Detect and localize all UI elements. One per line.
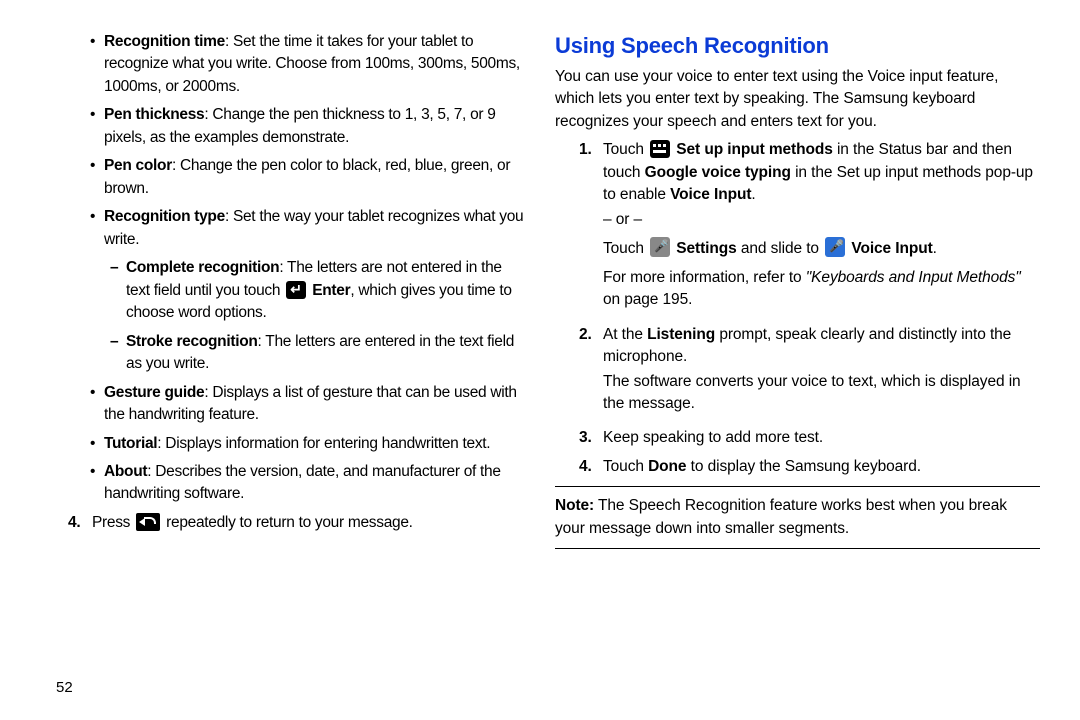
right-column: Using Speech Recognition You can use you…: [555, 30, 1040, 710]
enter-icon: [286, 281, 306, 299]
term: Complete recognition: [126, 259, 279, 276]
desc: : Displays information for entering hand…: [157, 435, 490, 452]
note-block: Note: The Speech Recognition feature wor…: [555, 495, 1040, 540]
term: Pen thickness: [104, 106, 204, 123]
bullet-marker: •: [90, 433, 104, 455]
note-label: Note:: [555, 497, 594, 514]
bullet-pen-color: • Pen color: Change the pen color to bla…: [40, 155, 525, 200]
term: Stroke recognition: [126, 333, 258, 350]
bullet-pen-thickness: • Pen thickness: Change the pen thicknes…: [40, 104, 525, 149]
term: Gesture guide: [104, 384, 204, 401]
bullet-marker: •: [90, 155, 104, 200]
b: Google voice typing: [645, 164, 791, 181]
intro-paragraph: You can use your voice to enter text usi…: [555, 66, 1040, 133]
ref-text: For more information, refer to: [603, 269, 806, 286]
term: About: [104, 463, 147, 480]
ref-italic: "Keyboards and Input Methods": [806, 269, 1021, 286]
bullet-tutorial: • Tutorial: Displays information for ent…: [40, 433, 525, 455]
page-number: 52: [56, 679, 73, 696]
or-separator: – or –: [603, 209, 1040, 231]
term: Recognition type: [104, 208, 225, 225]
term: Tutorial: [104, 435, 157, 452]
term: Recognition time: [104, 33, 225, 50]
step-2: 2. At the Listening prompt, speak clearl…: [555, 324, 1040, 422]
b: Set up input methods: [676, 141, 832, 158]
back-icon: [136, 513, 160, 531]
ref-text2: on page 195.: [603, 291, 692, 308]
bullet-marker: •: [90, 104, 104, 149]
subbullet-stroke-recognition: – Stroke recognition: The letters are en…: [40, 331, 525, 376]
num-marker: 4.: [68, 512, 92, 534]
text-part1: Press: [92, 514, 134, 531]
t: At the: [603, 326, 647, 343]
heading-speech-recognition: Using Speech Recognition: [555, 30, 1040, 62]
bullet-recognition-time: • Recognition time: Set the time it take…: [40, 31, 525, 98]
b: Listening: [647, 326, 715, 343]
num-marker: 2.: [579, 324, 603, 422]
t: and slide to: [737, 240, 824, 257]
left-column: • Recognition time: Set the time it take…: [40, 30, 525, 710]
text-part2: repeatedly to return to your message.: [162, 514, 413, 531]
t: Keep speaking to add more test.: [603, 427, 1040, 449]
bullet-marker: •: [90, 382, 104, 427]
manual-page: • Recognition time: Set the time it take…: [0, 0, 1080, 720]
num-marker: 4.: [579, 456, 603, 478]
dash-marker: –: [110, 331, 126, 376]
subbullet-complete-recognition: – Complete recognition: The letters are …: [40, 257, 525, 324]
divider-bottom: [555, 548, 1040, 549]
step-4: 4. Touch Done to display the Samsung key…: [555, 456, 1040, 478]
step-4-press-back: 4. Press repeatedly to return to your me…: [40, 512, 525, 534]
t: Touch: [603, 458, 648, 475]
bullet-about: • About: Describes the version, date, an…: [40, 461, 525, 506]
desc: : Describes the version, date, and manuf…: [104, 463, 501, 502]
mic-blue-icon: [825, 237, 845, 257]
b: Voice Input: [851, 240, 932, 257]
t: to display the Samsung keyboard.: [686, 458, 921, 475]
dash-marker: –: [110, 257, 126, 324]
desc: The software converts your voice to text…: [603, 371, 1040, 416]
b: Done: [648, 458, 686, 475]
note-text: The Speech Recognition feature works bes…: [555, 497, 1007, 536]
step-1: 1. Touch Set up input methods in the Sta…: [555, 139, 1040, 317]
bullet-marker: •: [90, 31, 104, 98]
b: Voice Input: [670, 186, 751, 203]
t: Touch: [603, 240, 648, 257]
bullet-marker: •: [90, 461, 104, 506]
num-marker: 1.: [579, 139, 603, 317]
step-3: 3. Keep speaking to add more test.: [555, 427, 1040, 449]
b: Settings: [676, 240, 736, 257]
t: .: [751, 186, 755, 203]
divider-top: [555, 486, 1040, 487]
bullet-gesture-guide: • Gesture guide: Displays a list of gest…: [40, 382, 525, 427]
mic-gray-icon: [650, 237, 670, 257]
term: Pen color: [104, 157, 172, 174]
bullet-recognition-type: • Recognition type: Set the way your tab…: [40, 206, 525, 251]
t: Touch: [603, 141, 648, 158]
bullet-marker: •: [90, 206, 104, 251]
enter-label: Enter: [312, 282, 350, 299]
keyboard-icon: [650, 140, 670, 158]
t: .: [933, 240, 937, 257]
num-marker: 3.: [579, 427, 603, 449]
